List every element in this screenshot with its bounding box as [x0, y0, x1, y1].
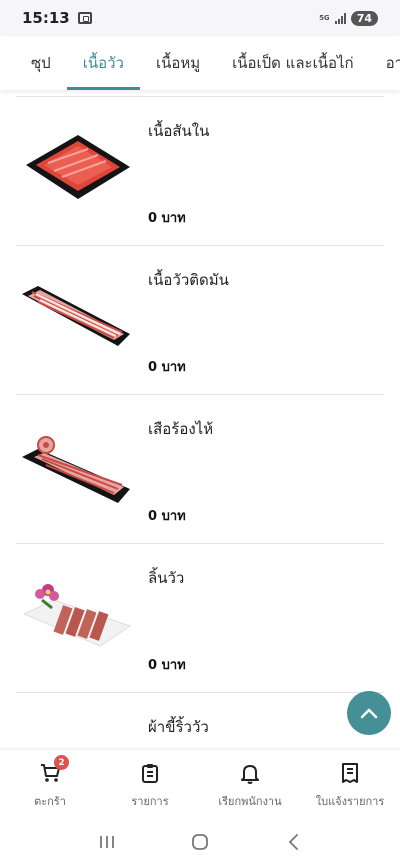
nav-cart-label: ตะกร้า [34, 795, 66, 808]
tab-beef[interactable]: เนื้อวัว [66, 36, 141, 90]
clipboard-icon [139, 762, 161, 784]
signal-icon [334, 12, 346, 24]
product-item[interactable]: ลิ้นวัว 0 บาท [16, 543, 384, 692]
product-item[interactable]: เสือร้องไห้ 0 บาท [16, 394, 384, 543]
battery-indicator: 74 [350, 10, 378, 26]
network-type: 5G [319, 13, 330, 22]
product-image [22, 584, 132, 647]
home-button[interactable] [180, 827, 220, 857]
product-price: 0 บาท [148, 211, 186, 226]
product-item[interactable]: เนื้อสันใน 0 บาท [16, 96, 384, 245]
nav-orders-label: รายการ [131, 795, 169, 808]
screenshot-icon [77, 12, 92, 24]
product-price: 0 บาท [148, 658, 186, 673]
bottom-nav: 2 ตะกร้า รายการ เรียกพนักงาน ใบแจ้งรายกา… [0, 749, 400, 817]
cart-badge: 2 [54, 755, 69, 770]
product-name: เนื้อวัวติดมัน [148, 271, 229, 289]
bell-icon [239, 762, 261, 784]
tab-pork[interactable]: เนื้อหมู [140, 36, 216, 90]
tab-duck-chicken[interactable]: เนื้อเป็ด และเนื้อไก่ [216, 36, 369, 90]
back-icon [289, 834, 299, 850]
tab-soup[interactable]: ซุป [0, 36, 67, 90]
chevron-up-icon [360, 708, 378, 719]
receipt-icon [339, 762, 361, 784]
nav-call-staff-label: เรียกพนักงาน [218, 795, 282, 808]
product-image [26, 135, 130, 199]
tab-more[interactable]: อา [370, 36, 400, 90]
product-price: 0 บาท [148, 509, 186, 524]
status-time: 15:13 [22, 9, 70, 27]
back-button[interactable] [273, 827, 313, 857]
cart-icon: 2 [39, 755, 69, 784]
scroll-top-button[interactable] [347, 691, 391, 735]
nav-orders[interactable]: รายการ [100, 750, 200, 817]
nav-receipt[interactable]: ใบแจ้งรายการ [300, 750, 400, 817]
product-name: เนื้อสันใน [148, 122, 210, 140]
product-name: เสือร้องไห้ [148, 420, 214, 438]
nav-call-staff[interactable]: เรียกพนักงาน [200, 750, 300, 817]
system-nav [0, 817, 400, 867]
product-image [22, 286, 130, 346]
product-image [22, 436, 130, 503]
product-name: ผ้าขี้ริ้ววัว [148, 718, 209, 736]
product-list: เนื้อสันใน 0 บาท เนื้อวัวติดมัน 0 บาท เส… [16, 96, 384, 841]
category-tabs: ซุป เนื้อวัว เนื้อหมู เนื้อเป็ด และเนื้อ… [0, 36, 400, 90]
recent-apps-icon [99, 836, 114, 848]
product-price: 0 บาท [148, 360, 186, 375]
status-indicators: 5G 74 [319, 10, 378, 26]
nav-receipt-label: ใบแจ้งรายการ [315, 795, 385, 808]
product-name: ลิ้นวัว [148, 569, 185, 587]
product-item[interactable]: เนื้อวัวติดมัน 0 บาท [16, 245, 384, 394]
recent-apps-button[interactable] [87, 827, 127, 857]
home-icon [192, 834, 208, 850]
nav-cart[interactable]: 2 ตะกร้า [0, 750, 100, 817]
status-bar: 15:13 5G 74 [0, 0, 400, 36]
